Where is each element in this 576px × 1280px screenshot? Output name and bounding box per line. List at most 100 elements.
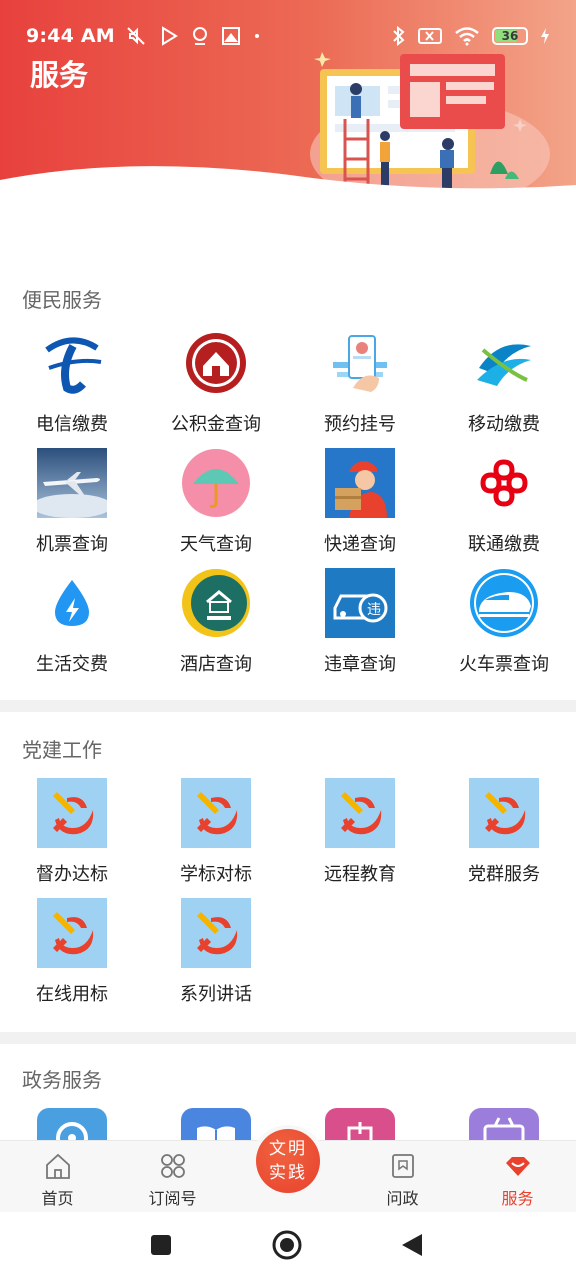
- location-icon: [192, 27, 207, 45]
- grid-label: 公积金查询: [171, 414, 261, 435]
- grid-label: 系列讲话: [180, 984, 252, 1005]
- gallery-icon: [221, 27, 240, 45]
- subscription-icon: [160, 1154, 185, 1178]
- nav-home[interactable]: 首页: [0, 1141, 115, 1213]
- no-sim-icon: [418, 28, 442, 44]
- nav-label: 服务: [501, 1189, 534, 1208]
- gov-purple-icon: [469, 1108, 539, 1140]
- section-title: 便民服务: [22, 288, 102, 312]
- grid-label: 督办达标: [36, 864, 108, 885]
- home-icon: [45, 1153, 70, 1179]
- section-divider: [0, 700, 576, 712]
- traffic-violation-icon: 违: [325, 568, 395, 638]
- nav-label: 订阅号: [148, 1189, 197, 1208]
- umbrella-icon: [182, 449, 250, 517]
- grid-item-express-query[interactable]: 快递查询: [288, 448, 432, 556]
- grid-item-utilities[interactable]: 生活交费: [0, 568, 144, 676]
- party-emblem-icon: [181, 898, 251, 968]
- party-emblem-icon: [181, 778, 251, 848]
- high-speed-train-icon: [470, 569, 538, 637]
- convenience-services-section: 便民服务 电信缴费 公积金查询 预约挂号 移动缴费 机票查询 天气查询 快递查询…: [0, 200, 576, 700]
- grid-item-flight-query[interactable]: 机票查询: [0, 448, 144, 556]
- grid-item-online-standard[interactable]: 在线用标: [0, 898, 144, 1006]
- nav-label: 首页: [41, 1189, 74, 1208]
- nav-subscription[interactable]: 订阅号: [115, 1141, 230, 1213]
- grid-label: 联通缴费: [468, 534, 540, 555]
- grid-label: 快递查询: [324, 534, 396, 555]
- grid-label: 违章查询: [324, 654, 396, 675]
- delivery-courier-icon: [325, 448, 395, 518]
- party-emblem-icon: [325, 778, 395, 848]
- grid-label: 火车票查询: [459, 654, 549, 675]
- grid-item-unicom-payment[interactable]: 联通缴费: [432, 448, 576, 556]
- system-navigation-bar: [0, 1212, 576, 1280]
- grid-label: 酒店查询: [180, 654, 252, 675]
- airplane-icon: [37, 448, 107, 518]
- party-emblem-icon: [37, 778, 107, 848]
- grid-item-mobile-payment[interactable]: 移动缴费: [432, 328, 576, 436]
- play-store-icon: [161, 26, 178, 46]
- water-drop-bolt-icon: [37, 568, 107, 638]
- hotel-icon: [182, 569, 250, 637]
- nav-label: 问政: [386, 1189, 419, 1208]
- grid-item-remote-education[interactable]: 远程教育: [288, 778, 432, 886]
- grid-item-gov-4[interactable]: [432, 1108, 576, 1140]
- grid-item-telecom-payment[interactable]: 电信缴费: [0, 328, 144, 436]
- center-label-line1: 文明: [269, 1139, 307, 1159]
- china-mobile-icon: [469, 328, 539, 398]
- grid-label: 在线用标: [36, 984, 108, 1005]
- nav-inquiry[interactable]: 问政: [345, 1141, 460, 1213]
- grid-item-appointment[interactable]: 预约挂号: [288, 328, 432, 436]
- grid-item-party-service[interactable]: 党群服务: [432, 778, 576, 886]
- recent-apps-icon[interactable]: [150, 1234, 172, 1256]
- grid-label: 机票查询: [36, 534, 108, 555]
- grid-item-violation-query[interactable]: 违 违章查询: [288, 568, 432, 676]
- gov-blue-icon: [37, 1108, 107, 1140]
- housing-fund-icon: [181, 328, 251, 398]
- grid-label: 移动缴费: [468, 414, 540, 435]
- wifi-icon: [455, 27, 479, 46]
- nav-service[interactable]: 服务: [460, 1141, 575, 1213]
- grid-item-supervision[interactable]: 督办达标: [0, 778, 144, 886]
- home-button-icon[interactable]: [272, 1230, 302, 1260]
- grid-label: 远程教育: [324, 864, 396, 885]
- center-label-line2: 实践: [269, 1163, 307, 1183]
- svg-text:违: 违: [367, 602, 381, 618]
- grid-item-gov-1[interactable]: [0, 1108, 144, 1140]
- header-wave: [0, 166, 576, 200]
- mute-icon: [127, 27, 145, 45]
- grid-label: 电信缴费: [36, 414, 108, 435]
- gov-pink-icon: [325, 1108, 395, 1140]
- grid-item-benchmarking[interactable]: 学标对标: [144, 778, 288, 886]
- party-emblem-icon: [469, 778, 539, 848]
- grid-item-train-ticket-query[interactable]: 火车票查询: [432, 568, 576, 676]
- grid-item-speech-series[interactable]: 系列讲话: [144, 898, 288, 1006]
- header-banner: 9:44 AM 36 服务: [0, 0, 576, 200]
- hospital-appointment-icon: [325, 328, 395, 398]
- grid-item-weather-query[interactable]: 天气查询: [144, 448, 288, 556]
- service-icon: [505, 1157, 530, 1176]
- book-icon: [181, 1108, 251, 1140]
- grid-label: 预约挂号: [324, 414, 396, 435]
- status-time: 9:44 AM: [26, 25, 115, 47]
- party-emblem-icon: [37, 898, 107, 968]
- section-title: 政务服务: [22, 1068, 102, 1092]
- page-title: 服务: [30, 58, 89, 92]
- china-telecom-icon: [37, 328, 107, 398]
- grid-item-hotel-query[interactable]: 酒店查询: [144, 568, 288, 676]
- civilization-practice-button[interactable]: 文明 实践: [256, 1129, 320, 1193]
- section-title: 党建工作: [22, 738, 102, 762]
- grid-item-housing-fund[interactable]: 公积金查询: [144, 328, 288, 436]
- party-work-section: 党建工作 督办达标 学标对标 远程教育 党群服务 在线用标 系列讲话: [0, 712, 576, 1032]
- bottom-navigation: 首页 订阅号 文明 实践 问政 服务: [0, 1125, 576, 1213]
- grid-label: 生活交费: [36, 654, 108, 675]
- battery-indicator: 36: [492, 27, 528, 45]
- china-unicom-icon: [469, 448, 539, 518]
- back-button-icon[interactable]: [400, 1232, 424, 1258]
- inquiry-icon: [391, 1154, 414, 1178]
- charging-icon: [541, 28, 549, 44]
- section-divider: [0, 1032, 576, 1044]
- grid-label: 学标对标: [180, 864, 252, 885]
- dot-icon: [254, 34, 259, 38]
- grid-label: 党群服务: [468, 864, 540, 885]
